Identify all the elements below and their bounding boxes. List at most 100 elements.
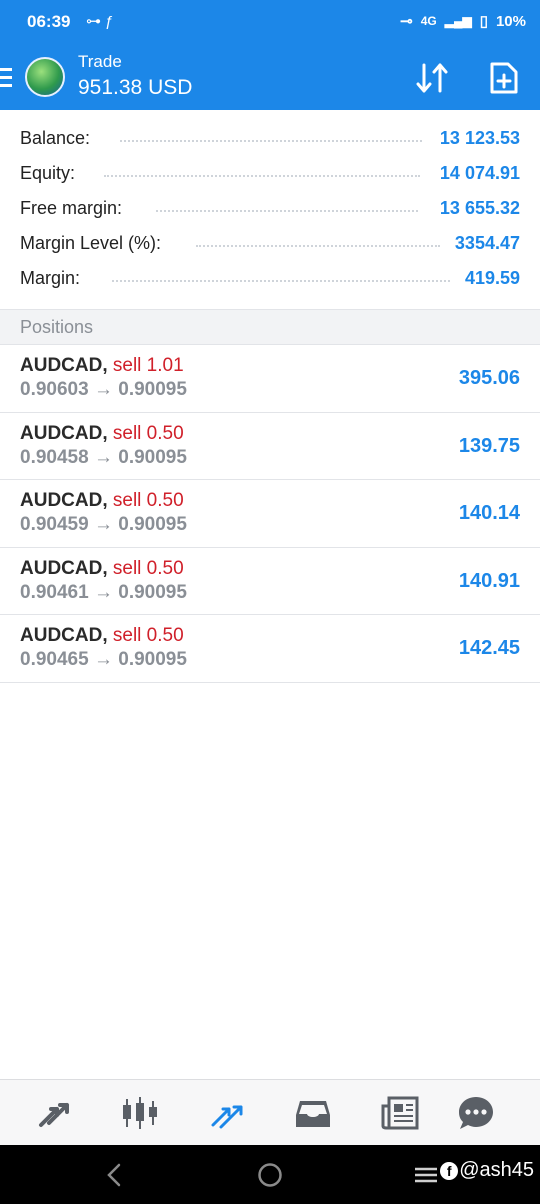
arrow-icon: →	[93, 379, 113, 400]
new-document-icon	[490, 62, 518, 94]
arrow-icon: →	[93, 581, 113, 603]
dotted-leader	[196, 245, 440, 247]
summary-label: Margin Level (%):	[20, 233, 162, 253]
status-notification-icons: ⊶ ƒ	[86, 13, 114, 30]
position-side: sell 0.50	[112, 490, 184, 511]
position-prices: 0.90465 → 0.90095	[20, 649, 187, 671]
nav-messages[interactable]	[453, 1092, 499, 1134]
current-price: 0.90095	[118, 446, 187, 468]
position-row[interactable]: AUDCAD, sell 0.50 0.90465 → 0.90095 142.…	[0, 615, 540, 683]
watermark-text: @ash45	[459, 1159, 534, 1181]
summary-row-equity: Equity: 14 074.91	[0, 155, 540, 190]
dotted-leader	[120, 140, 422, 142]
position-row[interactable]: AUDCAD, sell 0.50 0.90459 → 0.90095 140.…	[0, 480, 540, 548]
open-price: 0.90459	[20, 514, 89, 535]
arrow-icon: →	[93, 649, 113, 670]
current-price: 0.90095	[118, 581, 187, 603]
header-profit-value: 951.38 USD	[78, 76, 193, 99]
candlestick-icon	[123, 1097, 157, 1129]
summary-value: 13 123.53	[439, 128, 520, 148]
summary-row-margin-level: Margin Level (%): 3354.47	[0, 225, 540, 260]
status-bar: 06:39 ⊶ ƒ ⊸ 4G ▂▄▆ ▯ 10%	[0, 0, 540, 44]
menu-icon[interactable]	[0, 68, 12, 92]
battery-level: 10%	[495, 12, 526, 30]
position-symbol: AUDCAD,	[20, 625, 108, 646]
positions-list: AUDCAD, sell 1.01 0.90603 → 0.90095 395.…	[0, 345, 540, 683]
dotted-leader	[156, 210, 418, 212]
battery-icon: ▯	[479, 13, 488, 30]
position-profit: 140.91	[458, 569, 520, 592]
network-type: 4G	[420, 14, 437, 28]
position-profit: 142.45	[458, 637, 520, 659]
arrow-icon: →	[93, 446, 113, 468]
summary-value: 419.59	[464, 268, 520, 288]
menu-lines-icon	[415, 1167, 437, 1183]
arrow-icon: →	[93, 514, 113, 535]
news-icon	[381, 1096, 419, 1130]
current-price: 0.90095	[118, 514, 187, 535]
app-logo[interactable]	[25, 57, 65, 97]
position-profit: 395.06	[458, 367, 520, 389]
position-symbol: AUDCAD,	[20, 490, 108, 511]
open-price: 0.90603	[20, 379, 89, 400]
nav-history[interactable]	[290, 1092, 336, 1134]
inbox-icon	[296, 1101, 330, 1127]
position-title: AUDCAD, sell 0.50	[20, 490, 184, 512]
position-title: AUDCAD, sell 0.50	[20, 625, 184, 647]
header-title: Trade	[78, 52, 122, 71]
summary-value: 14 074.91	[439, 163, 520, 183]
position-side: sell 0.50	[112, 625, 184, 646]
current-price: 0.90095	[118, 379, 187, 400]
summary-row-balance: Balance: 13 123.53	[0, 120, 540, 155]
position-prices: 0.90461 → 0.90095	[20, 582, 187, 604]
summary-row-margin: Margin: 419.59	[0, 260, 540, 295]
position-side: sell 1.01	[112, 355, 184, 376]
back-button[interactable]	[94, 1159, 134, 1191]
back-icon	[107, 1163, 121, 1187]
status-right: ⊸ 4G ▂▄▆ ▯ 10%	[400, 12, 526, 31]
position-title: AUDCAD, sell 1.01	[20, 355, 184, 377]
nav-chart[interactable]	[117, 1092, 163, 1134]
account-summary: Balance: 13 123.53 Equity: 14 074.91 Fre…	[0, 120, 540, 295]
bottom-navigation	[0, 1079, 540, 1145]
summary-value: 13 655.32	[439, 198, 520, 218]
position-title: AUDCAD, sell 0.50	[20, 558, 184, 580]
summary-label: Free margin:	[20, 198, 123, 218]
current-price: 0.90095	[118, 649, 187, 670]
position-row[interactable]: AUDCAD, sell 0.50 0.90458 → 0.90095 139.…	[0, 413, 540, 480]
dotted-leader	[112, 280, 450, 282]
summary-label: Equity:	[20, 163, 76, 183]
open-price: 0.90461	[20, 581, 89, 603]
position-symbol: AUDCAD,	[20, 557, 108, 579]
summary-label: Balance:	[20, 128, 91, 148]
trade-icon	[211, 1105, 243, 1129]
positions-title: Positions	[20, 317, 94, 337]
position-side: sell 0.50	[112, 557, 184, 579]
position-prices: 0.90458 → 0.90095	[20, 447, 187, 469]
facebook-icon: f	[440, 1161, 459, 1180]
position-profit: 140.14	[458, 502, 520, 524]
new-order-button[interactable]	[484, 58, 524, 98]
nav-trade[interactable]	[204, 1092, 250, 1134]
position-title: AUDCAD, sell 0.50	[20, 423, 184, 445]
summary-row-free-margin: Free margin: 13 655.32	[0, 190, 540, 225]
position-side: sell 0.50	[112, 422, 184, 444]
dotted-leader	[104, 175, 420, 177]
sort-button[interactable]	[412, 58, 452, 98]
home-button[interactable]	[250, 1159, 290, 1191]
open-price: 0.90458	[20, 446, 89, 468]
nav-quotes[interactable]	[31, 1092, 77, 1134]
position-profit: 139.75	[458, 434, 520, 457]
position-prices: 0.90459 → 0.90095	[20, 514, 187, 536]
summary-value: 3354.47	[454, 233, 520, 253]
watermark: f @ash45	[440, 1159, 534, 1182]
vpn-key-icon: ⊸	[400, 13, 413, 30]
position-row[interactable]: AUDCAD, sell 0.50 0.90461 → 0.90095 140.…	[0, 548, 540, 615]
signal-icon: ▂▄▆	[444, 14, 472, 28]
position-row[interactable]: AUDCAD, sell 1.01 0.90603 → 0.90095 395.…	[0, 345, 540, 413]
nav-news[interactable]	[377, 1092, 423, 1134]
position-symbol: AUDCAD,	[20, 355, 108, 376]
app-header: Trade 951.38 USD	[0, 44, 540, 110]
quotes-arrows-icon	[39, 1103, 69, 1127]
system-navigation-bar: f @ash45	[0, 1145, 540, 1204]
